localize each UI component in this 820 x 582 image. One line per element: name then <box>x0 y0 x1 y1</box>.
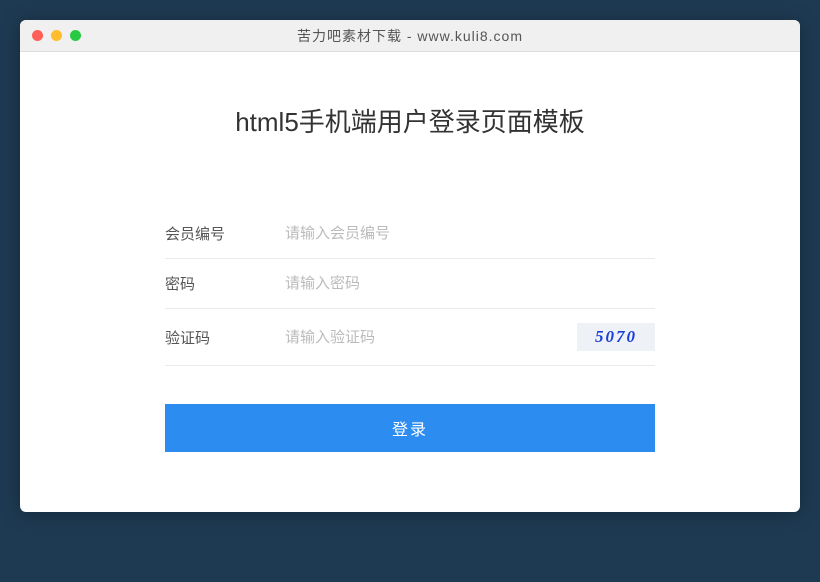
password-label: 密码 <box>165 273 285 294</box>
login-form: 会员编号 密码 验证码 5070 登录 <box>165 209 655 452</box>
captcha-row: 验证码 5070 <box>165 309 655 366</box>
password-input[interactable] <box>285 275 655 292</box>
minimize-icon[interactable] <box>51 30 62 41</box>
member-id-row: 会员编号 <box>165 209 655 259</box>
captcha-input[interactable] <box>285 329 567 346</box>
member-id-label: 会员编号 <box>165 223 285 244</box>
window-title: 苦力吧素材下载 - www.kuli8.com <box>20 26 800 46</box>
content-area: html5手机端用户登录页面模板 会员编号 密码 验证码 5070 登录 <box>20 52 800 512</box>
member-id-input[interactable] <box>285 225 655 242</box>
maximize-icon[interactable] <box>70 30 81 41</box>
close-icon[interactable] <box>32 30 43 41</box>
app-window: 苦力吧素材下载 - www.kuli8.com html5手机端用户登录页面模板… <box>20 20 800 512</box>
page-title: html5手机端用户登录页面模板 <box>20 102 800 139</box>
login-button[interactable]: 登录 <box>165 404 655 452</box>
password-row: 密码 <box>165 259 655 309</box>
traffic-lights <box>20 30 81 41</box>
captcha-wrap: 5070 <box>285 323 655 351</box>
captcha-image[interactable]: 5070 <box>577 323 655 351</box>
captcha-label: 验证码 <box>165 327 285 348</box>
titlebar: 苦力吧素材下载 - www.kuli8.com <box>20 20 800 52</box>
